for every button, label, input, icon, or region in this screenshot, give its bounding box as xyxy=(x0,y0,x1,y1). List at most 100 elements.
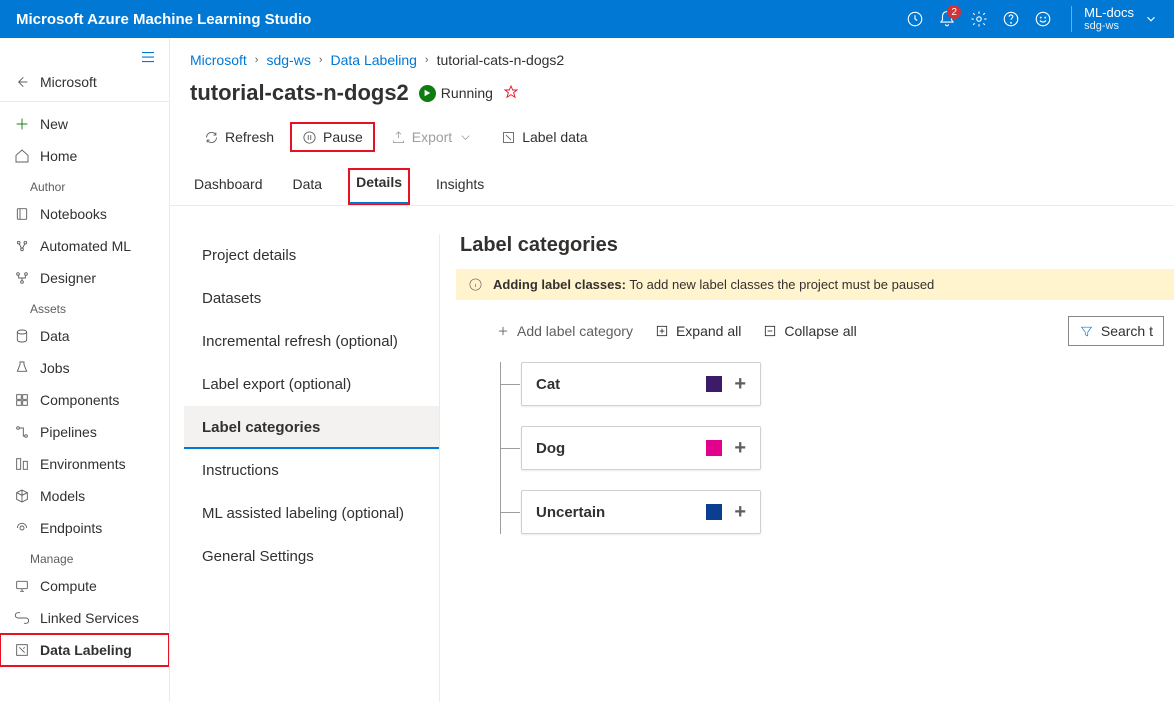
dnav-label-categories[interactable]: Label categories xyxy=(184,406,439,449)
settings-icon[interactable] xyxy=(963,3,995,35)
account-workspace: sdg-ws xyxy=(1084,20,1134,32)
nav-data[interactable]: Data xyxy=(0,320,169,352)
collapse-all-button[interactable]: Collapse all xyxy=(763,323,856,339)
dnav-datasets[interactable]: Datasets xyxy=(184,277,439,320)
nav-section-author: Author xyxy=(0,172,169,198)
add-subcategory-icon[interactable]: + xyxy=(734,438,746,458)
expand-all-button[interactable]: Expand all xyxy=(655,323,741,339)
account-switcher[interactable]: ML-docs sdg-ws xyxy=(1071,6,1158,32)
nav-label: Designer xyxy=(40,270,96,286)
nav-label: Automated ML xyxy=(40,238,131,254)
banner-text: To add new label classes the project mus… xyxy=(626,277,934,292)
status-text: Running xyxy=(441,85,493,101)
details-nav: Project details Datasets Incremental ref… xyxy=(170,234,440,702)
nav-compute[interactable]: Compute xyxy=(0,570,169,602)
search-placeholder: Search t xyxy=(1101,323,1153,339)
color-swatch xyxy=(706,376,722,392)
nav-pipelines[interactable]: Pipelines xyxy=(0,416,169,448)
nav-data-labeling[interactable]: Data Labeling xyxy=(0,634,169,666)
btn-label: Add label category xyxy=(517,323,633,339)
breadcrumb-link[interactable]: sdg-ws xyxy=(266,52,310,68)
nav-back-label: Microsoft xyxy=(40,74,97,90)
add-label-category-button[interactable]: Add label category xyxy=(496,323,633,339)
tab-dashboard[interactable]: Dashboard xyxy=(190,168,267,205)
nav-section-manage: Manage xyxy=(0,544,169,570)
app-title: Microsoft Azure Machine Learning Studio xyxy=(16,11,311,28)
nav-components[interactable]: Components xyxy=(0,384,169,416)
filter-icon xyxy=(1079,324,1094,339)
category-row: Uncertain + xyxy=(501,490,1174,534)
nav-back[interactable]: Microsoft xyxy=(0,70,169,102)
add-subcategory-icon[interactable]: + xyxy=(734,502,746,522)
pane-title: Label categories xyxy=(456,234,1174,269)
color-swatch xyxy=(706,440,722,456)
nav-linked-services[interactable]: Linked Services xyxy=(0,602,169,634)
tabs: Dashboard Data Details Insights xyxy=(170,162,1174,206)
nav-home[interactable]: Home xyxy=(0,140,169,172)
hamburger-icon[interactable] xyxy=(0,38,169,70)
nav-section-assets: Assets xyxy=(0,294,169,320)
nav-label: Jobs xyxy=(40,360,70,376)
favorite-icon[interactable] xyxy=(503,84,519,103)
search-input[interactable]: Search t xyxy=(1068,316,1164,346)
nav-label: Notebooks xyxy=(40,206,107,222)
dnav-instructions[interactable]: Instructions xyxy=(184,449,439,492)
help-icon[interactable] xyxy=(995,3,1027,35)
btn-label: Refresh xyxy=(225,129,274,145)
tab-insights[interactable]: Insights xyxy=(432,168,488,205)
category-name: Cat xyxy=(536,376,560,393)
export-button: Export xyxy=(379,122,485,152)
category-name: Dog xyxy=(536,440,565,457)
dnav-incremental[interactable]: Incremental refresh (optional) xyxy=(184,320,439,363)
info-icon xyxy=(468,277,483,292)
feedback-icon[interactable] xyxy=(1027,3,1059,35)
category-box[interactable]: Dog + xyxy=(521,426,761,470)
nav-new[interactable]: New xyxy=(0,108,169,140)
breadcrumb-current: tutorial-cats-n-dogs2 xyxy=(437,52,565,68)
category-tree: Cat + Dog + Uncertain + xyxy=(456,362,1174,534)
pause-button[interactable]: Pause xyxy=(290,122,375,152)
btn-label: Label data xyxy=(522,129,587,145)
dnav-ml-assisted[interactable]: ML assisted labeling (optional) xyxy=(184,492,439,535)
nav-label: Environments xyxy=(40,456,126,472)
page-title: tutorial-cats-n-dogs2 xyxy=(190,80,409,106)
nav-label: Linked Services xyxy=(40,610,139,626)
btn-label: Expand all xyxy=(676,323,741,339)
nav-label: Endpoints xyxy=(40,520,102,536)
add-subcategory-icon[interactable]: + xyxy=(734,374,746,394)
dnav-label-export[interactable]: Label export (optional) xyxy=(184,363,439,406)
dnav-project-details[interactable]: Project details xyxy=(184,234,439,277)
notification-badge: 2 xyxy=(947,5,961,19)
category-box[interactable]: Cat + xyxy=(521,362,761,406)
nav-jobs[interactable]: Jobs xyxy=(0,352,169,384)
nav-endpoints[interactable]: Endpoints xyxy=(0,512,169,544)
info-banner: Adding label classes: To add new label c… xyxy=(456,269,1174,300)
nav-label: Models xyxy=(40,488,85,504)
nav-models[interactable]: Models xyxy=(0,480,169,512)
history-icon[interactable] xyxy=(899,3,931,35)
nav-notebooks[interactable]: Notebooks xyxy=(0,198,169,230)
category-row: Dog + xyxy=(501,426,1174,470)
category-name: Uncertain xyxy=(536,504,605,521)
tab-data[interactable]: Data xyxy=(289,168,327,205)
nav-label: Data Labeling xyxy=(40,642,132,658)
nav-automl[interactable]: Automated ML xyxy=(0,230,169,262)
nav-label: Pipelines xyxy=(40,424,97,440)
notifications-icon[interactable]: 2 xyxy=(931,3,963,35)
nav-label: Compute xyxy=(40,578,97,594)
tab-details[interactable]: Details xyxy=(348,168,410,205)
label-data-button[interactable]: Label data xyxy=(489,122,599,152)
btn-label: Pause xyxy=(323,129,363,145)
category-box[interactable]: Uncertain + xyxy=(521,490,761,534)
breadcrumb-link[interactable]: Microsoft xyxy=(190,52,247,68)
left-nav: Microsoft New Home Author Notebooks Auto… xyxy=(0,38,170,702)
nav-environments[interactable]: Environments xyxy=(0,448,169,480)
color-swatch xyxy=(706,504,722,520)
refresh-button[interactable]: Refresh xyxy=(192,122,286,152)
nav-label: Data xyxy=(40,328,70,344)
nav-designer[interactable]: Designer xyxy=(0,262,169,294)
dnav-general-settings[interactable]: General Settings xyxy=(184,535,439,578)
category-row: Cat + xyxy=(501,362,1174,406)
account-name: ML-docs xyxy=(1084,6,1134,20)
breadcrumb-link[interactable]: Data Labeling xyxy=(331,52,417,68)
